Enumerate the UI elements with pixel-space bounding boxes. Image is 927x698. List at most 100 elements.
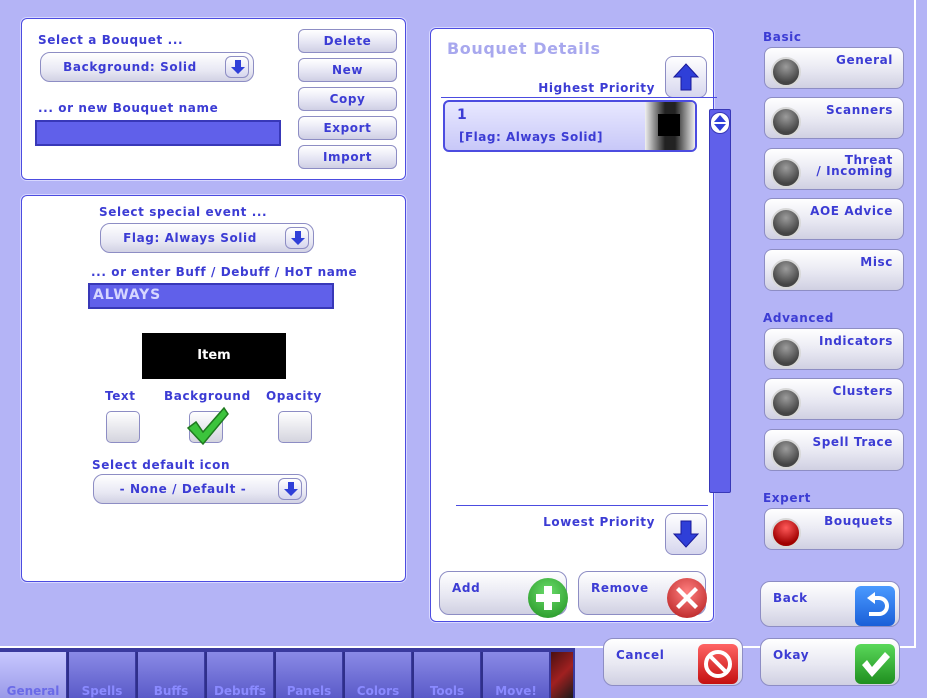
list-item-number: 1 xyxy=(457,107,467,123)
plus-icon xyxy=(528,578,568,618)
tab-panels[interactable]: Panels xyxy=(274,652,342,698)
background-label: Background xyxy=(164,389,251,403)
list-bottom-rule xyxy=(456,505,708,506)
status-led-active-icon xyxy=(771,518,801,548)
default-icon-label: Select default icon xyxy=(92,458,231,472)
back-button-label: Back xyxy=(773,591,808,605)
move-down-button[interactable] xyxy=(665,513,707,555)
nav-clusters-text: Clusters xyxy=(832,384,893,398)
status-led-icon xyxy=(771,158,801,188)
status-led-icon xyxy=(771,388,801,418)
nav-aoe-text: AOE Advice xyxy=(810,204,893,218)
chevron-down-icon[interactable] xyxy=(285,227,309,249)
list-item-swatch xyxy=(645,102,695,150)
back-button[interactable]: Back xyxy=(760,581,900,627)
buff-name-input[interactable]: ALWAYS xyxy=(88,283,334,309)
copy-button[interactable]: Copy xyxy=(298,87,397,111)
buff-name-label: ... or enter Buff / Debuff / HoT name xyxy=(91,265,358,279)
nav-indicators-text: Indicators xyxy=(819,334,893,348)
remove-button[interactable]: Remove xyxy=(578,571,707,618)
bouquet-dropdown[interactable]: Background: Solid xyxy=(40,52,254,82)
add-button[interactable]: Add xyxy=(439,571,568,618)
preview-text: Item xyxy=(197,348,231,363)
tab-tools-label: Tools xyxy=(429,684,465,698)
tab-move-label: Move! xyxy=(495,684,537,698)
checkmark-icon xyxy=(186,406,229,446)
event-panel: Select special event ... Flag: Always So… xyxy=(21,195,406,582)
nav-indicators[interactable]: Indicators xyxy=(764,328,904,370)
tab-buffs-label: Buffs xyxy=(153,684,189,698)
import-button[interactable]: Import xyxy=(298,145,397,169)
delete-button[interactable]: Delete xyxy=(298,29,397,53)
nav-bouquets-label: Bouquets xyxy=(824,515,893,527)
highest-priority-label: Highest Priority xyxy=(538,81,655,95)
export-button[interactable]: Export xyxy=(298,116,397,140)
icon-dropdown[interactable]: - None / Default - xyxy=(93,474,307,504)
status-led-icon xyxy=(771,57,801,87)
nav-general[interactable]: General xyxy=(764,47,904,89)
bouquet-select-panel: Select a Bouquet ... Background: Solid .… xyxy=(21,18,406,180)
new-button[interactable]: New xyxy=(298,58,397,82)
nav-threat-label: Threat / Incoming xyxy=(816,154,893,178)
nav-spell-trace[interactable]: Spell Trace xyxy=(764,429,904,471)
text-checkbox[interactable] xyxy=(106,411,140,443)
details-title: Bouquet Details xyxy=(447,39,601,58)
nav-general-label: General xyxy=(836,53,893,67)
event-dropdown[interactable]: Flag: Always Solid xyxy=(100,223,314,253)
new-bouquet-input[interactable] xyxy=(35,120,281,146)
tab-debuffs[interactable]: Debuffs xyxy=(205,652,273,698)
move-up-button[interactable] xyxy=(665,56,707,98)
details-panel: Bouquet Details Highest Priority 1 [Flag… xyxy=(430,28,731,622)
lowest-priority-label: Lowest Priority xyxy=(543,515,655,529)
list-scrollbar[interactable] xyxy=(709,109,731,493)
chevron-down-icon[interactable] xyxy=(278,478,302,500)
undo-arrow-icon xyxy=(855,586,895,626)
nav-misc-label: Misc xyxy=(860,255,893,269)
nav-clusters-label: Clusters xyxy=(832,384,893,398)
select-bouquet-label: Select a Bouquet ... xyxy=(38,33,184,47)
nav-aoe-advice[interactable]: AOE Advice xyxy=(764,198,904,240)
opacity-checkbox[interactable] xyxy=(278,411,312,443)
close-icon xyxy=(667,578,707,618)
list-frame-top xyxy=(441,97,717,98)
text-label: Text xyxy=(105,389,136,403)
nav-threat-line-2: / Incoming xyxy=(816,164,893,178)
list-item-name: [Flag: Always Solid] xyxy=(459,130,604,144)
scroll-arrows-icon xyxy=(714,115,726,131)
tab-panels-label: Panels xyxy=(286,684,332,698)
tab-move[interactable]: Move! xyxy=(481,652,549,698)
tab-tools[interactable]: Tools xyxy=(412,652,480,698)
opacity-label: Opacity xyxy=(266,389,322,403)
nav-bouquets[interactable]: Bouquets xyxy=(764,508,904,550)
bouquet-dropdown-value: Background: Solid xyxy=(63,60,197,74)
cancel-button[interactable]: Cancel xyxy=(603,638,743,686)
nav-spell-trace-label: Spell Trace xyxy=(812,435,893,449)
tab-spells[interactable]: Spells xyxy=(67,652,135,698)
tab-debuffs-label: Debuffs xyxy=(213,684,267,698)
character-portrait-icon xyxy=(551,652,573,698)
nav-scanners-label: Scanners xyxy=(826,103,893,117)
scroll-thumb[interactable] xyxy=(710,112,730,134)
nav-general-text: General xyxy=(836,53,893,67)
nav-threat-incoming[interactable]: Threat / Incoming xyxy=(764,148,904,190)
nav-scanners-text: Scanners xyxy=(826,103,893,117)
nav-clusters[interactable]: Clusters xyxy=(764,378,904,420)
nav-scanners[interactable]: Scanners xyxy=(764,97,904,139)
preview-swatch: Item xyxy=(142,333,286,379)
nav-misc-text: Misc xyxy=(860,255,893,269)
nav-aoe-label: AOE Advice xyxy=(810,204,893,218)
chevron-down-icon[interactable] xyxy=(225,56,249,78)
list-item[interactable]: 1 [Flag: Always Solid] xyxy=(443,100,697,152)
background-checkbox[interactable] xyxy=(186,406,229,446)
basic-section-label: Basic xyxy=(763,30,802,44)
nav-misc[interactable]: Misc xyxy=(764,249,904,291)
tab-general[interactable]: General xyxy=(0,652,66,698)
cancel-button-label: Cancel xyxy=(616,648,665,662)
okay-button[interactable]: Okay xyxy=(760,638,900,686)
tab-colors[interactable]: Colors xyxy=(343,652,411,698)
tab-buffs[interactable]: Buffs xyxy=(136,652,204,698)
arrow-down-icon xyxy=(672,520,700,548)
arrow-up-icon xyxy=(672,63,700,91)
nav-spell-trace-text: Spell Trace xyxy=(812,435,893,449)
remove-button-label: Remove xyxy=(591,581,649,595)
